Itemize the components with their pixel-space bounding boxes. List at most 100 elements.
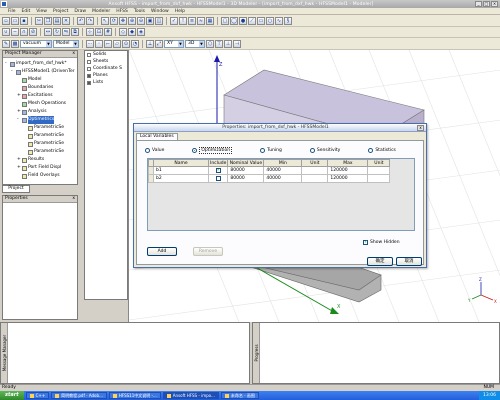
expand-toggle-icon[interactable]: + — [17, 108, 21, 116]
cancel-button[interactable]: 取消 — [396, 257, 422, 266]
undo-icon[interactable]: ↶ — [77, 16, 85, 25]
radio-tuning[interactable]: Tuning — [260, 147, 282, 154]
new-icon[interactable]: ▫ — [2, 16, 10, 25]
snap-vertex-icon[interactable]: ◦ — [95, 39, 103, 48]
radio-optimization[interactable]: Optimization — [192, 147, 233, 154]
taskbar-item[interactable]: HFSS11中文说明 -... — [108, 392, 161, 399]
rotate-icon[interactable]: ⟳ — [110, 16, 118, 25]
tree-item[interactable]: + Results — [5, 156, 75, 164]
tab-project[interactable]: Project — [2, 185, 30, 193]
menu-modeler[interactable]: Modeler — [92, 9, 110, 14]
measure-icon[interactable]: ⟂ — [146, 39, 154, 48]
redo-icon[interactable]: ↷ — [86, 16, 94, 25]
view-front-icon[interactable]: ⊥ — [224, 39, 232, 48]
menu-edit[interactable]: Edit — [22, 9, 31, 14]
tree-item[interactable]: - HFSSModel1 (DrivenTer — [5, 68, 75, 76]
report-icon[interactable]: ▦ — [206, 16, 214, 25]
face-cs-icon[interactable]: ⊡ — [95, 28, 103, 36]
tree-item[interactable]: ParametricSe — [5, 148, 75, 156]
radio-sensitivity[interactable]: Sensitivity — [309, 147, 340, 154]
column-header-name[interactable]: Name — [153, 159, 209, 167]
menu-help[interactable]: Help — [175, 9, 185, 14]
validate-icon[interactable]: ✓ — [170, 16, 178, 25]
shaded-icon[interactable]: ◆ — [128, 28, 136, 36]
start-button[interactable]: start — [0, 391, 24, 400]
remove-button[interactable]: Remove — [193, 247, 223, 256]
close-icon[interactable]: x — [417, 124, 424, 131]
close-window-button[interactable]: × — [491, 1, 498, 7]
split-icon[interactable]: ⊘ — [29, 28, 37, 36]
mirror-icon[interactable]: ⇋ — [62, 28, 70, 36]
expand-toggle-icon[interactable]: + — [17, 164, 21, 172]
helix-icon[interactable]: § — [284, 16, 292, 25]
circle-icon[interactable]: ○ — [266, 16, 274, 25]
maximize-button[interactable]: □ — [483, 1, 490, 7]
expand-icon[interactable] — [87, 66, 91, 71]
taskbar-item[interactable]: C++ — [25, 392, 50, 399]
tree-item[interactable]: ParametricSe — [5, 124, 75, 132]
minimize-button[interactable]: _ — [475, 1, 482, 7]
cylinder-icon[interactable]: ◯ — [230, 16, 238, 25]
view-right-icon[interactable]: ⊣ — [233, 39, 241, 48]
tree-item[interactable]: Boundaries — [5, 84, 75, 92]
tree-item[interactable]: + Port Field Displ — [5, 164, 75, 172]
list-item-coordinate-systems[interactable]: Coordinate S — [85, 65, 127, 72]
list-item-solids[interactable]: Solids — [85, 51, 127, 58]
taskbar-item[interactable]: 未命名 - 画图 — [220, 392, 259, 399]
radio-circle[interactable] — [260, 148, 266, 153]
fit-all-icon[interactable]: ▣ — [146, 16, 154, 25]
analyze-icon[interactable]: ! — [179, 16, 187, 25]
tree-item[interactable]: Mesh Operations — [5, 100, 75, 108]
menu-hfss[interactable]: HFSS — [116, 9, 128, 14]
tree-item[interactable]: Field Overlays — [5, 172, 75, 180]
add-button[interactable]: Add — [147, 247, 177, 256]
cell-name[interactable]: b1 — [153, 166, 209, 175]
cell-include[interactable] — [207, 174, 229, 183]
unite-icon[interactable]: ∪ — [2, 28, 10, 36]
expand-toggle-icon[interactable]: - — [11, 68, 15, 76]
cell-unit[interactable] — [301, 174, 329, 183]
dimension-combo[interactable]: 3D ▼ — [185, 39, 205, 48]
column-header-max[interactable]: Max — [327, 159, 369, 167]
expand-toggle-icon[interactable]: - — [5, 60, 9, 68]
taskbar-item-active[interactable]: Ansoft HFSS - impo... — [162, 392, 219, 399]
delete-icon[interactable]: ✕ — [62, 16, 70, 25]
list-item-planes[interactable]: Planes — [85, 72, 127, 79]
view-top-icon[interactable]: ⊤ — [215, 39, 223, 48]
column-header-unit[interactable]: Unit — [301, 159, 329, 167]
snap-face-icon[interactable]: ▱ — [113, 39, 121, 48]
fit-icon[interactable]: ⤢ — [155, 39, 163, 48]
rotate-obj-icon[interactable]: ↻ — [53, 28, 61, 36]
expand-toggle-icon[interactable]: + — [17, 92, 21, 100]
wireframe-icon[interactable]: ◇ — [119, 28, 127, 36]
include-checkbox[interactable] — [215, 167, 221, 173]
snap-quadrant-icon[interactable]: ◔ — [131, 39, 139, 48]
menu-draw[interactable]: Draw — [74, 9, 86, 14]
coordinate-system-icon[interactable]: ⊹ — [86, 28, 94, 36]
expand-toggle-icon[interactable]: + — [17, 156, 21, 164]
tree-item[interactable]: Model — [5, 76, 75, 84]
column-header-min[interactable]: Min — [263, 159, 303, 167]
field-icon[interactable]: ≈ — [197, 16, 205, 25]
radio-circle[interactable] — [368, 148, 374, 153]
duplicate-icon[interactable]: ⧉ — [71, 28, 79, 36]
results-icon[interactable]: ≡ — [188, 16, 196, 25]
paste-icon[interactable]: ▤ — [53, 16, 61, 25]
zoom-icon[interactable]: ⊕ — [128, 16, 136, 25]
select-icon[interactable]: ↖ — [101, 16, 109, 25]
include-checkbox[interactable] — [215, 175, 221, 181]
expand-icon[interactable] — [87, 52, 91, 57]
menu-view[interactable]: View — [36, 9, 47, 14]
cell-max[interactable]: 120000 — [327, 166, 369, 175]
cell-include[interactable] — [207, 166, 229, 175]
radio-circle[interactable] — [145, 148, 150, 153]
material-combo[interactable]: vacuum ▼ — [20, 39, 52, 48]
box-icon[interactable]: ▢ — [221, 16, 229, 25]
tree-item[interactable]: ParametricSe — [5, 132, 75, 140]
cell-min[interactable]: 40000 — [263, 174, 303, 183]
snap-edge-icon[interactable]: ⌐ — [104, 39, 112, 48]
cut-icon[interactable]: ✂ — [35, 16, 43, 25]
menu-window[interactable]: Window — [151, 9, 169, 14]
grid-icon[interactable]: # — [104, 28, 112, 36]
list-item-lists[interactable]: Lists — [85, 79, 127, 86]
